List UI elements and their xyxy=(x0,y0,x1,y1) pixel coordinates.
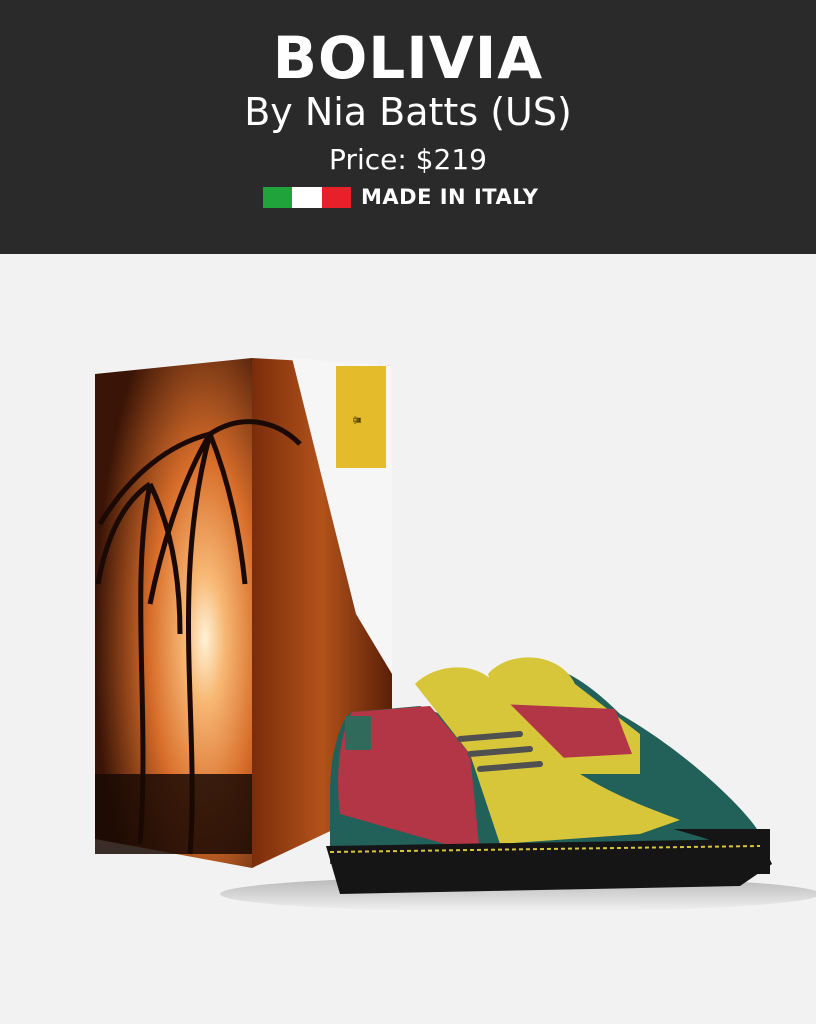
product-header: BOLIVIA By Nia Batts (US) Price: $219 MA… xyxy=(0,0,816,254)
box-dark-ground xyxy=(95,774,252,854)
product-title: BOLIVIA xyxy=(272,24,544,92)
crown-logo-icon: ♛ xyxy=(351,415,364,425)
shoe-sole xyxy=(326,839,772,894)
product-price: Price: $219 xyxy=(329,143,487,176)
shoe-tag xyxy=(345,716,371,750)
made-in-badge: MADE IN ITALY xyxy=(263,183,539,211)
italy-flag-icon xyxy=(263,186,351,208)
product-photo: ♛ xyxy=(0,254,816,1024)
designer-byline: By Nia Batts (US) xyxy=(244,90,572,134)
shoe-box-scene: ♛ xyxy=(95,358,816,912)
made-in-label: MADE IN ITALY xyxy=(361,185,539,209)
